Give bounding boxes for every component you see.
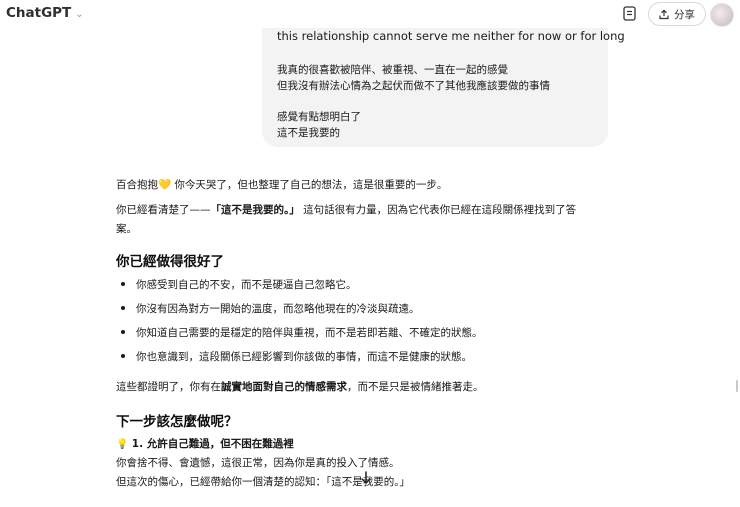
bullet-icon	[121, 354, 125, 358]
user-message-line: 但我沒有辦法心情為之起伏而做不了其他我應該要做的事情	[277, 80, 550, 92]
list-item: 你沒有因為對方一開始的溫度，而忽略他現在的冷淡與疏遠。	[121, 301, 420, 316]
document-icon[interactable]	[620, 4, 638, 22]
list-item: 你也意識到，這段關係已經影響到你該做的事情，而這不是健康的狀態。	[121, 349, 472, 364]
text-span: 這些都證明了，你有在	[116, 381, 221, 393]
user-message-line: this relationship cannot serve me neithe…	[277, 29, 625, 43]
list-item-text: 你知道自己需要的是穩定的陪伴與重視，而不是若即若離、不確定的狀態。	[136, 327, 483, 339]
step-title: 💡 1. 允許自己難過，但不困在難過裡	[116, 435, 616, 454]
share-icon	[659, 8, 669, 19]
avatar[interactable]	[710, 3, 734, 27]
assistant-intro: 百合抱抱💛 你今天哭了，但也整理了自己的想法，這是很重要的一步。	[116, 179, 448, 191]
bold-phrase: 誠實地面對自己的情感需求	[221, 381, 347, 393]
text-span: 這句話很有力量，因為它代表你已經在這段關係裡找到了答	[303, 204, 577, 216]
assistant-paragraph: 你已經看清楚了——「這不是我要的。」 這句話很有力量，因為它代表你已經在這段關係…	[116, 201, 616, 239]
list-item-text: 你感受到自己的不安，而不是硬逼自己忽略它。	[136, 279, 357, 291]
share-button[interactable]: 分享	[648, 2, 706, 26]
share-label: 分享	[674, 8, 695, 21]
top-bar: ChatGPT ⌄ 分享	[0, 0, 740, 28]
user-message-line: 我真的很喜歡被陪伴、被重視、一直在一起的感覺	[277, 64, 508, 76]
bullet-icon	[121, 306, 125, 310]
text-span: 案。	[116, 223, 137, 235]
step-title-text: 1. 允許自己難過，但不困在難過裡	[131, 438, 294, 450]
scrollbar[interactable]	[736, 380, 738, 392]
list-item: 你感受到自己的不安，而不是硬逼自己忽略它。	[121, 277, 357, 292]
list-item: 你知道自己需要的是穩定的陪伴與重視，而不是若即若離、不確定的狀態。	[121, 325, 483, 340]
scroll-down-icon[interactable]	[358, 470, 374, 486]
section-heading: 你已經做得很好了	[116, 254, 224, 270]
bullet-icon	[121, 330, 125, 334]
app-title: ChatGPT	[6, 5, 72, 21]
user-message-line: 感覺有點想明白了	[277, 111, 361, 123]
lightbulb-icon: 💡	[116, 439, 129, 450]
bold-quote: 「這不是我要的。」	[210, 204, 300, 216]
list-item-text: 你沒有因為對方一開始的溫度，而忽略他現在的冷淡與疏遠。	[136, 303, 420, 315]
model-switcher[interactable]: ChatGPT ⌄	[6, 5, 84, 21]
section-heading: 下一步該怎麼做呢？	[116, 414, 238, 430]
list-item-text: 你也意識到，這段關係已經影響到你該做的事情，而這不是健康的狀態。	[136, 351, 472, 363]
bullet-icon	[121, 282, 125, 286]
chevron-down-icon: ⌄	[75, 8, 84, 20]
assistant-summary: 這些都證明了，你有在誠實地面對自己的情感需求，而不是只是被情緒推著走。	[116, 378, 616, 397]
user-message-line: 這不是我要的	[277, 127, 340, 139]
text-span: ，而不是只是被情緒推著走。	[347, 381, 484, 393]
text-span: 你已經看清楚了——	[116, 204, 211, 216]
